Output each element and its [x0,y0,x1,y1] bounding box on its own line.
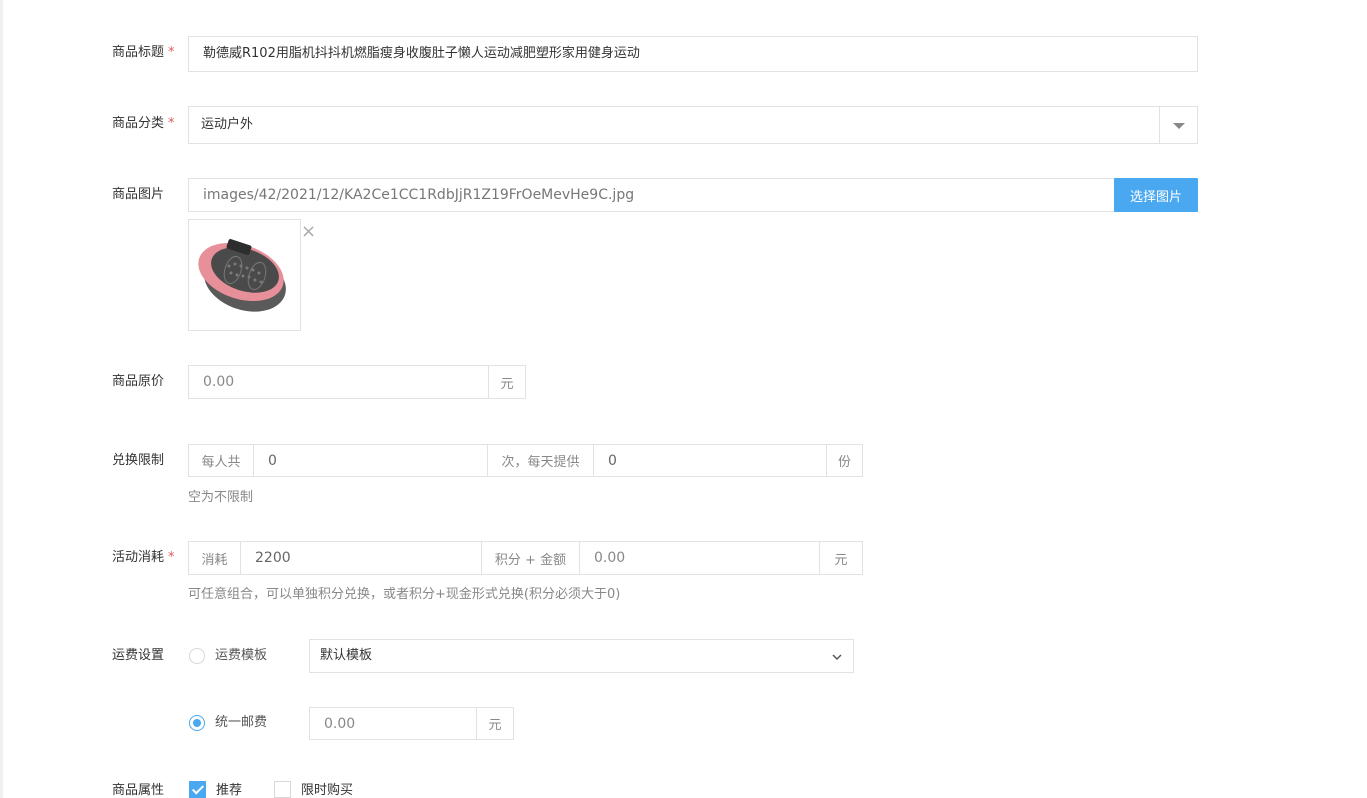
activity-cost-unit: 元 [819,542,862,574]
required-mark: * [168,116,175,131]
activity-cost-group: 消耗 2200 积分 + 金额 0.00 元 [188,541,863,575]
shipping-unified-radio[interactable] [189,715,205,731]
chevron-down-icon [832,654,842,661]
select-image-button[interactable]: 选择图片 [1114,178,1198,212]
title-input[interactable]: 勒德威R102用脂机抖抖机燃脂瘦身收腹肚子懒人运动减肥塑形家用健身运动 [188,36,1198,72]
recommend-label: 推荐 [216,783,243,798]
shipping-template-value: 默认模板 [320,648,373,663]
attributes-label: 商品属性 [112,783,165,798]
category-select[interactable]: 运动户外 [188,106,1198,144]
shipping-label: 运费设置 [112,648,165,663]
exchange-limit-group: 每人共 0 次，每天提供 0 份 [188,444,863,477]
points-input[interactable]: 2200 [241,542,481,574]
exchange-limit-unit: 份 [826,445,862,476]
activity-cost-middle: 积分 + 金额 [481,542,579,574]
exchange-limit-middle: 次，每天提供 [487,445,593,476]
original-price-value: 0.00 [203,374,235,390]
unified-shipping-value: 0.00 [324,715,356,732]
activity-cost-prefix: 消耗 [189,542,241,574]
per-day-input[interactable]: 0 [593,445,826,476]
shipping-unified-label: 统一邮费 [215,715,268,730]
title-input-value: 勒德威R102用脂机抖抖机燃脂瘦身收腹肚子懒人运动减肥塑形家用健身运动 [203,46,640,61]
limited-time-label: 限时购买 [301,783,354,798]
activity-cost-hint: 可任意组合，可以单独积分兑换，或者积分+现金形式兑换(积分必须大于0) [188,587,621,602]
category-dropdown-toggle[interactable] [1159,107,1197,143]
vibration-plate-image [198,239,286,312]
activity-cost-label: 活动消耗 * [112,550,175,565]
required-mark: * [168,45,175,60]
caret-down-icon [1173,123,1185,129]
category-label: 商品分类 * [112,116,175,131]
exchange-limit-label: 兑换限制 [112,453,165,468]
original-price-input[interactable]: 0.00 元 [188,365,526,399]
money-input[interactable]: 0.00 [579,542,819,574]
per-person-input[interactable]: 0 [254,445,487,476]
unified-shipping-unit: 元 [476,708,513,739]
image-label: 商品图片 [112,187,165,202]
limited-time-checkbox[interactable] [274,781,291,798]
recommend-checkbox[interactable] [189,781,206,798]
image-path-input[interactable]: images/42/2021/12/KA2Ce1CC1RdbJjR1Z19FrO… [188,178,1116,212]
image-path-value: images/42/2021/12/KA2Ce1CC1RdbJjR1Z19FrO… [203,187,635,203]
title-label: 商品标题 * [112,45,175,60]
exchange-limit-hint: 空为不限制 [188,490,254,505]
image-thumbnail [188,219,301,331]
exchange-limit-prefix: 每人共 [189,445,254,476]
category-select-value: 运动户外 [201,117,254,132]
shipping-template-radio[interactable] [189,648,205,664]
shipping-template-select[interactable]: 默认模板 [309,639,854,673]
shipping-template-label: 运费模板 [215,648,268,663]
required-mark: * [168,550,175,565]
original-price-unit: 元 [488,366,525,398]
original-price-label: 商品原价 [112,374,165,389]
remove-image-icon[interactable]: × [301,222,316,242]
product-edit-form: 商品标题 * 勒德威R102用脂机抖抖机燃脂瘦身收腹肚子懒人运动减肥塑形家用健身运… [0,0,1367,798]
unified-shipping-input[interactable]: 0.00 元 [309,707,514,740]
